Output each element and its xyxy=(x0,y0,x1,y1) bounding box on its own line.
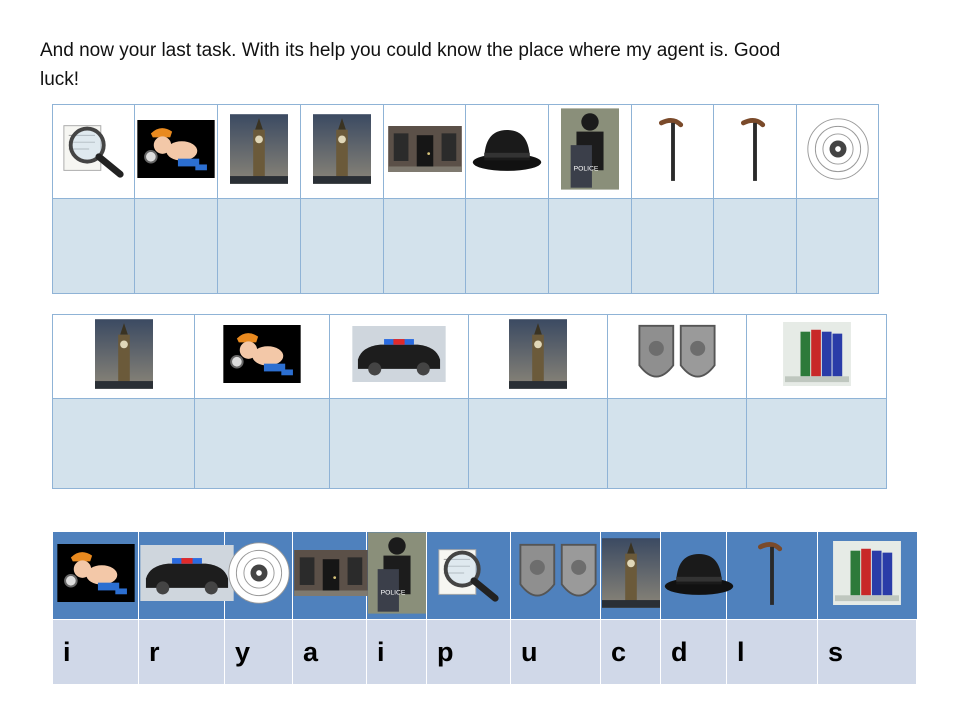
svg-text:POLICE: POLICE xyxy=(574,165,599,172)
target-icon xyxy=(225,540,292,611)
key-letter-row: i r y a i p u c d l s xyxy=(52,619,917,685)
picture-cell xyxy=(329,314,469,399)
answer-cell[interactable] xyxy=(631,198,714,294)
police-car-icon xyxy=(330,326,468,387)
detective-icon xyxy=(195,325,329,388)
puzzle-table-1: POLICE xyxy=(52,104,879,294)
picture-cell xyxy=(468,314,608,399)
picture-cell xyxy=(796,104,879,199)
answer-cell[interactable] xyxy=(468,398,608,489)
answer-row xyxy=(52,198,879,294)
bowler-hat-icon xyxy=(661,544,734,607)
detective-icon xyxy=(53,544,138,607)
answer-cell[interactable] xyxy=(465,198,549,294)
big-ben-icon xyxy=(469,319,607,394)
binders-icon xyxy=(818,541,917,610)
badges-icon xyxy=(608,318,746,395)
police-car-icon xyxy=(139,545,234,606)
magnifier-icon xyxy=(53,119,134,184)
picture-cell: POLICE xyxy=(548,104,632,199)
instruction-text: And now your last task. With its help yo… xyxy=(40,40,781,90)
answer-cell[interactable] xyxy=(796,198,879,294)
target-icon xyxy=(797,116,878,187)
picture-cell xyxy=(134,104,218,199)
big-ben-icon xyxy=(53,319,194,394)
answer-cell[interactable] xyxy=(607,398,747,489)
key-picture-cell xyxy=(138,532,234,620)
picture-cell xyxy=(52,104,135,199)
key-picture-cell xyxy=(510,532,601,620)
key-picture-cell xyxy=(292,532,368,620)
key-picture-cell xyxy=(600,532,661,620)
magnifier-icon xyxy=(427,543,510,608)
key-picture-cell xyxy=(426,532,511,620)
cane-icon xyxy=(714,115,796,188)
key-picture-cell xyxy=(224,532,293,620)
key-picture-cell: POLICE xyxy=(366,532,427,620)
key-letter: c xyxy=(600,619,661,685)
picture-row xyxy=(52,314,887,399)
picture-cell xyxy=(713,104,797,199)
key-letter: p xyxy=(426,619,511,685)
binders-icon xyxy=(747,322,886,391)
big-ben-icon xyxy=(601,538,660,613)
big-ben-icon xyxy=(218,114,300,189)
answer-cell[interactable] xyxy=(52,198,135,294)
answer-cell[interactable] xyxy=(713,198,797,294)
picture-row: POLICE xyxy=(52,104,879,199)
picture-cell xyxy=(465,104,549,199)
answer-cell[interactable] xyxy=(217,198,301,294)
puzzle-table-2 xyxy=(52,314,887,489)
answer-cell[interactable] xyxy=(383,198,466,294)
bowler-hat-icon xyxy=(466,120,548,183)
answer-cell[interactable] xyxy=(329,398,469,489)
svg-text:POLICE: POLICE xyxy=(380,589,405,596)
key-letter: s xyxy=(817,619,917,685)
door-icon xyxy=(384,126,465,177)
picture-cell xyxy=(217,104,301,199)
picture-cell xyxy=(194,314,330,399)
key-letter: i xyxy=(52,619,139,685)
picture-cell xyxy=(746,314,887,399)
picture-cell xyxy=(607,314,747,399)
picture-cell xyxy=(300,104,384,199)
answer-cell[interactable] xyxy=(548,198,632,294)
picture-cell xyxy=(52,314,195,399)
badges-icon xyxy=(511,537,600,614)
key-letter: r xyxy=(138,619,225,685)
key-picture-cell xyxy=(660,532,734,620)
key-letter: a xyxy=(292,619,367,685)
key-letter: y xyxy=(224,619,293,685)
answer-cell[interactable] xyxy=(300,198,384,294)
key-letter: d xyxy=(660,619,727,685)
key-picture-cell xyxy=(52,532,139,620)
key-picture-row: POLICE xyxy=(52,532,917,620)
answer-cell[interactable] xyxy=(194,398,330,489)
cane-icon xyxy=(727,539,817,612)
answer-row xyxy=(52,398,887,489)
picture-cell xyxy=(383,104,466,199)
key-table: POLICE i r y a i p u c d l s xyxy=(52,532,917,685)
detective-icon xyxy=(135,120,217,183)
key-letter: u xyxy=(510,619,601,685)
key-picture-cell xyxy=(726,532,818,620)
key-picture-cell xyxy=(817,532,917,620)
key-letter: l xyxy=(726,619,818,685)
answer-cell[interactable] xyxy=(134,198,218,294)
picture-cell xyxy=(631,104,714,199)
police-officer-icon: POLICE xyxy=(549,108,631,195)
cane-icon xyxy=(632,115,713,188)
police-officer-icon: POLICE xyxy=(367,532,426,619)
big-ben-icon xyxy=(301,114,383,189)
key-letter: i xyxy=(366,619,427,685)
answer-cell[interactable] xyxy=(52,398,195,489)
answer-cell[interactable] xyxy=(746,398,887,489)
door-icon xyxy=(293,550,368,601)
